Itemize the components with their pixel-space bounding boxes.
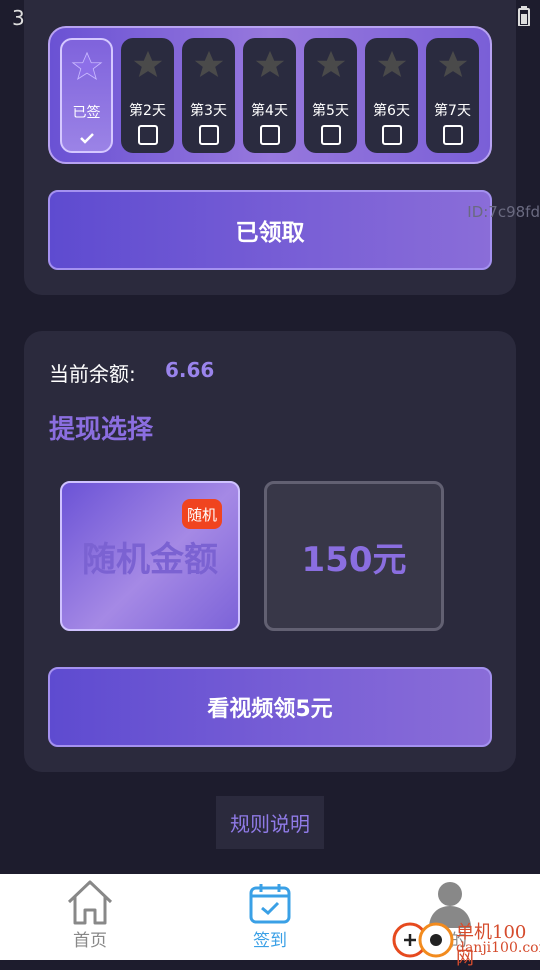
day-item-3[interactable]: 第3天 xyxy=(182,38,235,153)
watermark-url: danji100.com xyxy=(456,940,540,956)
day-checkbox[interactable] xyxy=(259,125,280,145)
star-icon xyxy=(377,50,406,78)
day-label: 已签 xyxy=(72,105,101,121)
day-checkbox[interactable] xyxy=(137,125,158,145)
tab-label: 签到 xyxy=(253,931,287,951)
star-icon xyxy=(255,50,284,78)
day-label: 第5天 xyxy=(312,103,349,119)
checkmark-icon xyxy=(79,133,94,144)
withdraw-section-title: 提现选择 xyxy=(49,415,154,445)
day-label: 第3天 xyxy=(190,103,227,119)
fixed-amount-option[interactable]: 150元 xyxy=(264,481,444,631)
tab-home[interactable]: 首页 xyxy=(30,874,150,960)
balance-label: 当前余额: xyxy=(49,362,136,386)
tab-label: 首页 xyxy=(73,931,107,951)
site-watermark: 单机100网 danji100.com xyxy=(392,918,540,969)
option-label: 随机金额 xyxy=(82,539,218,580)
day-checkbox[interactable] xyxy=(198,125,219,145)
day-item-1[interactable]: 已签 xyxy=(60,38,113,153)
day-item-5[interactable]: 第5天 xyxy=(304,38,357,153)
day-checkbox[interactable] xyxy=(320,125,341,145)
star-icon xyxy=(194,50,223,78)
day-item-2[interactable]: 第2天 xyxy=(121,38,174,153)
day-item-7[interactable]: 第7天 xyxy=(426,38,479,153)
star-icon xyxy=(316,50,345,78)
day-checkbox[interactable] xyxy=(442,125,463,145)
star-icon xyxy=(71,51,102,81)
overlay-id-text: ID:7c98fd xyxy=(467,203,540,221)
star-icon xyxy=(133,50,162,78)
watch-video-button[interactable]: 看视频领5元 xyxy=(48,667,492,747)
home-icon xyxy=(67,880,113,925)
day-checkbox[interactable] xyxy=(381,125,402,145)
balance-value: 6.66 xyxy=(165,358,215,382)
rules-link[interactable]: 规则说明 xyxy=(216,796,324,849)
day-label: 第2天 xyxy=(129,103,166,119)
sign-in-strip: 已签 第2天 第3天 第4天 第5天 第6天 第7天 xyxy=(48,26,492,164)
claim-button[interactable]: 已领取 xyxy=(48,190,492,270)
star-icon xyxy=(438,50,467,78)
day-label: 第4天 xyxy=(251,103,288,119)
day-item-4[interactable]: 第4天 xyxy=(243,38,296,153)
day-label: 第7天 xyxy=(434,103,471,119)
watermark-logo-icon xyxy=(392,922,454,958)
battery-icon xyxy=(518,6,530,26)
day-label: 第6天 xyxy=(373,103,410,119)
day-item-6[interactable]: 第6天 xyxy=(365,38,418,153)
option-label: 150元 xyxy=(301,539,407,580)
random-badge: 随机 xyxy=(182,499,222,529)
tab-sign-in[interactable]: 签到 xyxy=(210,874,330,960)
calendar-check-icon xyxy=(249,884,291,924)
